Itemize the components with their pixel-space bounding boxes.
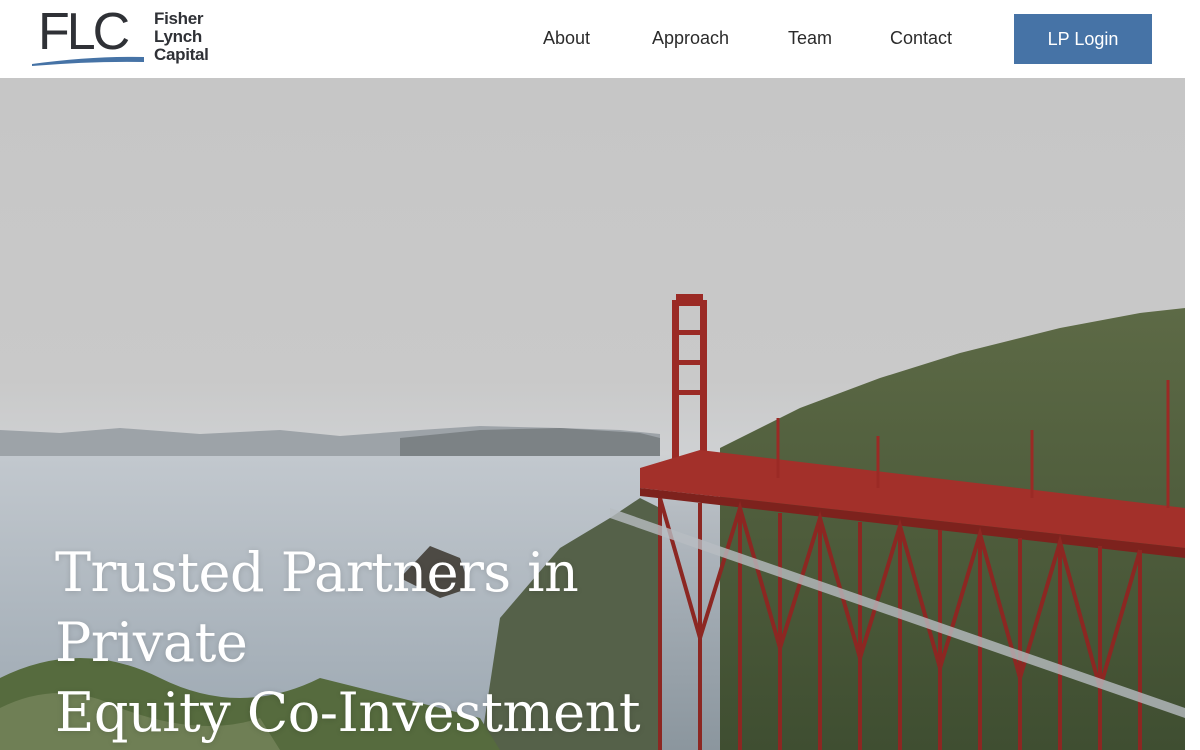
scrollbar-gutter: [1185, 78, 1200, 750]
nav-item-about[interactable]: About: [543, 28, 590, 49]
nav-item-contact[interactable]: Contact: [890, 28, 952, 49]
nav-item-approach[interactable]: Approach: [652, 28, 729, 49]
hero-section: Trusted Partners in Private Equity Co-In…: [0, 78, 1185, 750]
logo[interactable]: FLC Fisher Lynch Capital: [32, 3, 222, 66]
hero-headline-line: Trusted Partners in Private: [55, 541, 579, 674]
logo-wordmark: Fisher Lynch Capital: [154, 10, 209, 64]
logo-mark: FLC: [38, 3, 130, 61]
nav-item-team[interactable]: Team: [788, 28, 832, 49]
logo-underline-swoosh: [32, 56, 144, 66]
logo-word: Lynch: [154, 27, 202, 46]
lp-login-button[interactable]: LP Login: [1014, 14, 1152, 64]
hero-headline: Trusted Partners in Private Equity Co-In…: [55, 538, 775, 748]
logo-word: Fisher: [154, 9, 204, 28]
site-header: FLC Fisher Lynch Capital About Approach …: [0, 0, 1200, 78]
hero-headline-line: Equity Co-Investment: [55, 681, 641, 744]
logo-word: Capital: [154, 45, 209, 64]
